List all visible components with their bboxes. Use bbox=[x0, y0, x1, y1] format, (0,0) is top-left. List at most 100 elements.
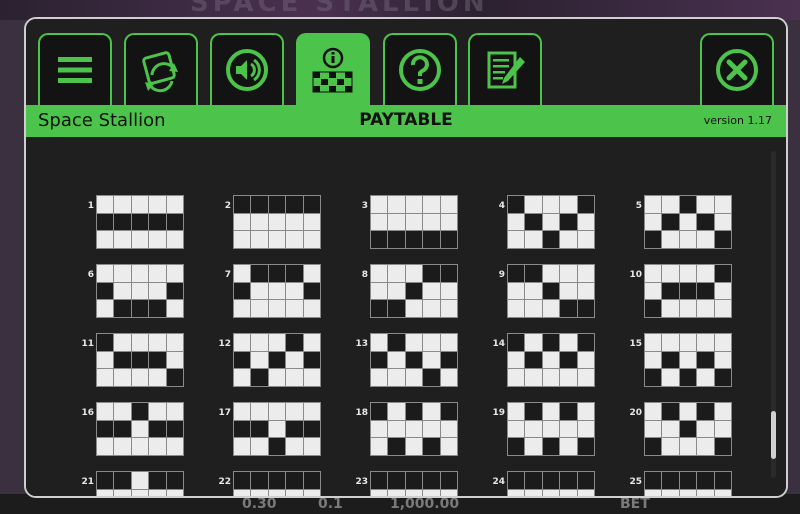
sound-icon bbox=[226, 49, 268, 91]
payline-cell bbox=[560, 213, 577, 231]
payline-cell bbox=[679, 489, 697, 496]
payline-cell bbox=[166, 265, 183, 282]
payline-cell bbox=[114, 231, 131, 248]
tab-autoplay[interactable] bbox=[124, 33, 198, 105]
payline-cell bbox=[234, 196, 251, 213]
payline-cell bbox=[268, 351, 286, 369]
payline-cell bbox=[697, 438, 714, 455]
payline-cell bbox=[560, 369, 577, 386]
payline-cell bbox=[508, 489, 525, 496]
payline-cell bbox=[560, 231, 577, 248]
payline-cell bbox=[679, 351, 697, 369]
payline-1: 1 bbox=[74, 195, 184, 251]
payline-cell bbox=[560, 351, 577, 369]
payline-cell bbox=[662, 265, 679, 282]
payline-cell bbox=[388, 351, 405, 369]
payline-cell bbox=[97, 369, 114, 386]
payline-cell bbox=[114, 265, 131, 282]
payline-cell bbox=[131, 438, 149, 455]
payline-cell bbox=[251, 438, 268, 455]
payline-cell bbox=[525, 403, 542, 420]
payline-cell bbox=[234, 403, 251, 420]
tab-sound[interactable] bbox=[210, 33, 284, 105]
payline-cell bbox=[97, 213, 114, 231]
payline-cell bbox=[697, 489, 714, 496]
payline-number: 15 bbox=[629, 339, 642, 349]
payline-cell bbox=[268, 403, 286, 420]
payline-cell bbox=[149, 403, 166, 420]
payline-cell bbox=[149, 472, 166, 489]
payline-number: 9 bbox=[498, 270, 505, 280]
payline-cell bbox=[166, 196, 183, 213]
payline-cell bbox=[234, 472, 251, 489]
payline-cell bbox=[149, 438, 166, 455]
tab-history[interactable] bbox=[468, 33, 542, 105]
payline-cell bbox=[97, 265, 114, 282]
payline-pattern bbox=[644, 195, 732, 249]
payline-pattern bbox=[507, 333, 595, 387]
payline-cell bbox=[508, 369, 525, 386]
payline-cell bbox=[662, 420, 679, 438]
payline-cell bbox=[97, 300, 114, 317]
tab-help[interactable] bbox=[383, 33, 457, 105]
payline-17: 17 bbox=[211, 402, 321, 458]
payline-cell bbox=[286, 213, 303, 231]
tab-paytable[interactable] bbox=[296, 33, 370, 107]
payline-cell bbox=[508, 403, 525, 420]
payline-cell bbox=[577, 300, 594, 317]
payline-8: 8 bbox=[348, 264, 458, 320]
payline-cell bbox=[388, 369, 405, 386]
payline-number: 3 bbox=[361, 201, 368, 211]
payline-cell bbox=[405, 403, 423, 420]
payline-cell bbox=[251, 420, 268, 438]
payline-number: 6 bbox=[87, 270, 94, 280]
payline-cell bbox=[560, 420, 577, 438]
payline-cell bbox=[371, 489, 388, 496]
scrollbar[interactable] bbox=[771, 151, 776, 478]
payline-cell bbox=[645, 369, 662, 386]
payline-cell bbox=[697, 282, 714, 300]
payline-cell bbox=[268, 196, 286, 213]
payline-cell bbox=[388, 334, 405, 351]
payline-cell bbox=[286, 231, 303, 248]
payline-cell bbox=[525, 265, 542, 282]
tab-menu[interactable] bbox=[38, 33, 112, 105]
payline-cell bbox=[251, 334, 268, 351]
payline-cell bbox=[440, 489, 457, 496]
payline-cell bbox=[679, 438, 697, 455]
paytable-content[interactable]: 1 2 3 4 5 6 7 8 9 10 11 12 13 14 15 16 17 18 19 20 21 22 23 24 2… bbox=[26, 137, 786, 496]
payline-cell bbox=[388, 489, 405, 496]
payline-cell bbox=[405, 300, 423, 317]
payline-cell bbox=[405, 282, 423, 300]
payline-16: 16 bbox=[74, 402, 184, 458]
payline-cell bbox=[405, 265, 423, 282]
payline-cell bbox=[714, 231, 731, 248]
payline-pattern bbox=[96, 402, 184, 456]
payline-cell bbox=[166, 334, 183, 351]
payline-number: 8 bbox=[361, 270, 368, 280]
payline-cell bbox=[560, 438, 577, 455]
payline-cell bbox=[388, 300, 405, 317]
payline-cell bbox=[251, 265, 268, 282]
payline-cell bbox=[286, 369, 303, 386]
payline-cell bbox=[645, 351, 662, 369]
payline-cell bbox=[251, 231, 268, 248]
scrollbar-thumb[interactable] bbox=[771, 411, 776, 459]
payline-11: 11 bbox=[74, 333, 184, 389]
payline-cell bbox=[97, 420, 114, 438]
payline-cell bbox=[371, 438, 388, 455]
payline-cell bbox=[371, 351, 388, 369]
payline-23: 23 bbox=[348, 471, 458, 496]
payline-cell bbox=[679, 403, 697, 420]
payline-cell bbox=[131, 403, 149, 420]
payline-cell bbox=[388, 472, 405, 489]
payline-cell bbox=[577, 334, 594, 351]
payline-cell bbox=[234, 231, 251, 248]
payline-cell bbox=[371, 369, 388, 386]
payline-cell bbox=[645, 420, 662, 438]
payline-cell bbox=[662, 231, 679, 248]
payline-cell bbox=[286, 334, 303, 351]
payline-cell bbox=[268, 438, 286, 455]
payline-cell bbox=[149, 334, 166, 351]
tab-close[interactable] bbox=[700, 33, 774, 105]
